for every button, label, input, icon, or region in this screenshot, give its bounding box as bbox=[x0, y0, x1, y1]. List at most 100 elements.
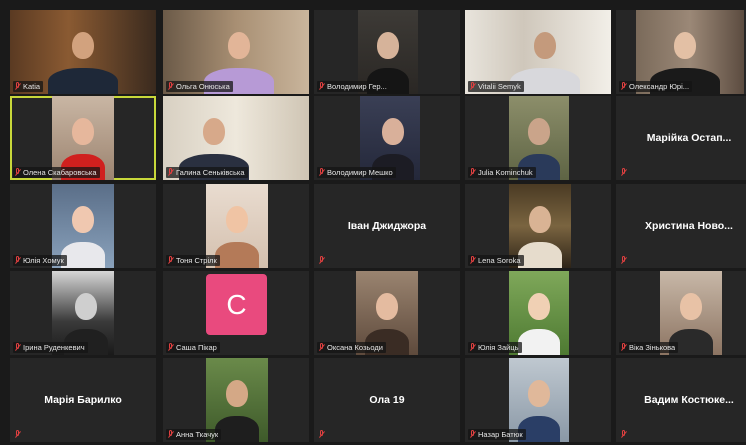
participant-name-label: Katia bbox=[13, 81, 44, 92]
participant-name-label: Назар Батюк bbox=[468, 429, 526, 440]
participant-tile-participant-24[interactable]: Назар Батюк bbox=[465, 358, 611, 442]
participant-name-label: Ольга Онюська bbox=[166, 81, 233, 92]
muted-mic-icon bbox=[318, 430, 325, 439]
participant-name: Юлія Хомук bbox=[23, 256, 64, 265]
participant-name: Саша Пікар bbox=[176, 343, 217, 352]
participant-name-label: Vitalii Semyk bbox=[468, 81, 524, 92]
participant-tile-participant-20[interactable]: Віка Зінькова bbox=[616, 271, 746, 355]
participant-mute-indicator bbox=[619, 167, 630, 178]
participant-name-label: Julia Kominchuk bbox=[468, 167, 536, 178]
muted-mic-icon bbox=[167, 168, 174, 177]
participant-mute-indicator bbox=[619, 255, 630, 266]
participant-mute-indicator bbox=[13, 429, 24, 440]
participant-name: Галина Сеньківська bbox=[176, 168, 245, 177]
participant-tile-participant-17[interactable]: C Саша Пікар bbox=[163, 271, 309, 355]
muted-mic-icon bbox=[469, 256, 476, 265]
participant-mute-indicator bbox=[317, 255, 328, 266]
participant-name: Олена Скабаровська bbox=[23, 168, 97, 177]
avatar: C bbox=[206, 274, 267, 335]
muted-mic-icon bbox=[14, 430, 21, 439]
muted-mic-icon bbox=[620, 343, 627, 352]
participant-tile-participant-7[interactable]: Галина Сеньківська bbox=[163, 96, 309, 180]
participant-tile-participant-19[interactable]: Юлія Зайць bbox=[465, 271, 611, 355]
participant-tile-participant-15[interactable]: Христина Ново... bbox=[616, 184, 746, 268]
video-gallery: Katia Ольга Онюська Володимир Гер... Vitali… bbox=[0, 0, 746, 445]
participant-display-name: Марія Барилко bbox=[44, 394, 122, 406]
muted-mic-icon bbox=[469, 343, 476, 352]
muted-mic-icon bbox=[469, 82, 476, 91]
participant-name: Тоня Стрілк bbox=[176, 256, 217, 265]
muted-mic-icon bbox=[469, 430, 476, 439]
participant-name-label: Олена Скабаровська bbox=[13, 167, 100, 178]
participant-tile-participant-12[interactable]: Тоня Стрілк bbox=[163, 184, 309, 268]
participant-tile-participant-8[interactable]: Володимир Мешко bbox=[314, 96, 460, 180]
muted-mic-icon bbox=[14, 168, 21, 177]
muted-mic-icon bbox=[14, 82, 21, 91]
participant-display-name: Вадим Костюке... bbox=[644, 394, 734, 406]
participant-tile-vitalii-semyk[interactable]: Vitalii Semyk bbox=[465, 10, 611, 94]
participant-name: Олександр Юрі... bbox=[629, 82, 690, 91]
participant-display-name: Марійка Остап... bbox=[646, 132, 732, 144]
muted-mic-icon bbox=[167, 430, 174, 439]
participant-name-label: Оксана Козьоди bbox=[317, 342, 386, 353]
participant-name-label: Галина Сеньківська bbox=[166, 167, 248, 178]
participant-name: Назар Батюк bbox=[478, 430, 523, 439]
participant-tile-participant-10[interactable]: Марійка Остап... bbox=[616, 96, 746, 180]
participant-tile-19[interactable]: Ола 19 bbox=[314, 358, 460, 442]
participant-name: Ірина Руденкевич bbox=[23, 343, 85, 352]
participant-tile-participant-5[interactable]: Олександр Юрі... bbox=[616, 10, 746, 94]
participant-name-label: Володимир Мешко bbox=[317, 167, 396, 178]
muted-mic-icon bbox=[620, 168, 627, 177]
participant-name: Віка Зінькова bbox=[629, 343, 676, 352]
muted-mic-icon bbox=[318, 168, 325, 177]
participant-name-label: Анна Ткачук bbox=[166, 429, 222, 440]
muted-mic-icon bbox=[318, 343, 325, 352]
participant-name-label: Саша Пікар bbox=[166, 342, 220, 353]
participant-display-name: Іван Джиджора bbox=[347, 220, 427, 232]
participant-mute-indicator bbox=[317, 429, 328, 440]
participant-tile-participant-3[interactable]: Володимир Гер... bbox=[314, 10, 460, 94]
muted-mic-icon bbox=[620, 256, 627, 265]
participant-tile-participant-18[interactable]: Оксана Козьоди bbox=[314, 271, 460, 355]
muted-mic-icon bbox=[14, 256, 21, 265]
participant-tile-participant-21[interactable]: Марія Барилко bbox=[10, 358, 156, 442]
muted-mic-icon bbox=[14, 343, 21, 352]
participant-name: Vitalii Semyk bbox=[478, 82, 521, 91]
muted-mic-icon bbox=[167, 82, 174, 91]
participant-tile-participant-11[interactable]: Юлія Хомук bbox=[10, 184, 156, 268]
participant-name: Володимир Мешко bbox=[327, 168, 393, 177]
participant-name: Юлія Зайць bbox=[478, 343, 519, 352]
participant-name-label: Ірина Руденкевич bbox=[13, 342, 88, 353]
participant-display-name: Ола 19 bbox=[369, 394, 405, 406]
participant-name: Ольга Онюська bbox=[176, 82, 230, 91]
participant-name-label: Олександр Юрі... bbox=[619, 81, 693, 92]
muted-mic-icon bbox=[620, 82, 627, 91]
participant-tile-julia-kominchuk[interactable]: Julia Kominchuk bbox=[465, 96, 611, 180]
participant-name: Katia bbox=[23, 82, 41, 91]
participant-name-label: Тоня Стрілк bbox=[166, 255, 220, 266]
participant-tile-participant-16[interactable]: Ірина Руденкевич bbox=[10, 271, 156, 355]
participant-tile-participant-6[interactable]: Олена Скабаровська bbox=[10, 96, 156, 180]
participant-name-label: Юлія Хомук bbox=[13, 255, 67, 266]
muted-mic-icon bbox=[620, 430, 627, 439]
participant-tile-participant-13[interactable]: Іван Джиджора bbox=[314, 184, 460, 268]
participant-name: Анна Ткачук bbox=[176, 430, 219, 439]
participant-tile-katia[interactable]: Katia bbox=[10, 10, 156, 94]
participant-mute-indicator bbox=[619, 429, 630, 440]
participant-tile-participant-22[interactable]: Анна Ткачук bbox=[163, 358, 309, 442]
muted-mic-icon bbox=[318, 82, 325, 91]
muted-mic-icon bbox=[469, 168, 476, 177]
participant-name: Оксана Козьоди bbox=[327, 343, 383, 352]
participant-name: Володимир Гер... bbox=[327, 82, 387, 91]
participant-tile-participant-25[interactable]: Вадим Костюке... bbox=[616, 358, 746, 442]
participant-tile-participant-2[interactable]: Ольга Онюська bbox=[163, 10, 309, 94]
participant-display-name: Христина Ново... bbox=[645, 220, 733, 232]
muted-mic-icon bbox=[318, 256, 325, 265]
participant-name-label: Віка Зінькова bbox=[619, 342, 679, 353]
participant-name: Julia Kominchuk bbox=[478, 168, 533, 177]
participant-tile-lena-soroka[interactable]: Lena Soroka bbox=[465, 184, 611, 268]
participant-name-label: Lena Soroka bbox=[468, 255, 524, 266]
participant-name-label: Володимир Гер... bbox=[317, 81, 390, 92]
participant-name-label: Юлія Зайць bbox=[468, 342, 522, 353]
muted-mic-icon bbox=[167, 343, 174, 352]
